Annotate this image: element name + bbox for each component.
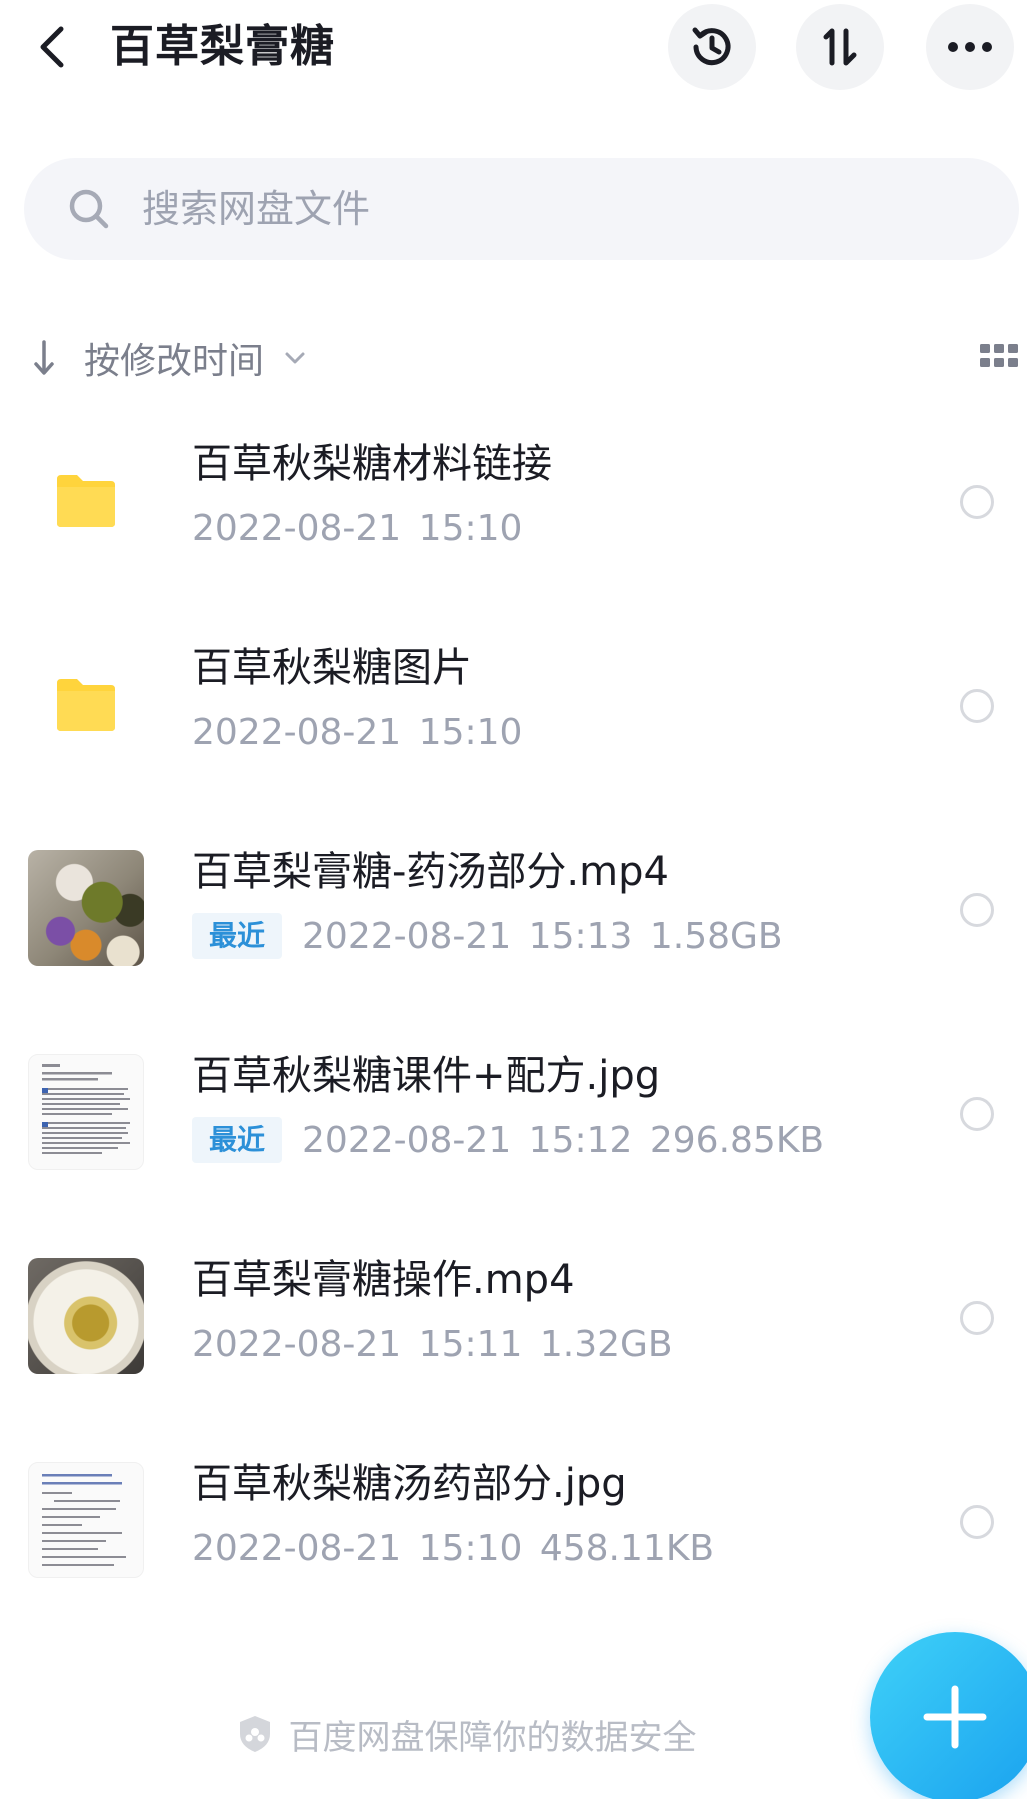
more-icon xyxy=(948,42,992,52)
file-meta-text: 2022-08-21 15:10 458.11KB xyxy=(192,1527,715,1569)
image-thumbnail xyxy=(28,1462,144,1578)
history-button[interactable] xyxy=(668,4,756,90)
shield-icon xyxy=(239,1716,270,1752)
folder-icon xyxy=(28,646,144,762)
recent-badge: 最近 xyxy=(192,1117,283,1163)
sort-mode-label[interactable]: 按修改时间 xyxy=(84,332,264,384)
select-checkbox[interactable] xyxy=(960,689,994,723)
list-item[interactable]: 百草秋梨糖汤药部分.jpg 2022-08-21 15:10 458.11KB xyxy=(0,1430,1027,1634)
search-input[interactable] xyxy=(142,187,842,231)
file-meta: 最近 2022-08-21 15:13 1.58GB xyxy=(192,913,783,959)
grid-view-icon[interactable] xyxy=(979,336,1019,376)
file-meta-text: 2022-08-21 15:12 296.85KB xyxy=(302,1119,825,1161)
plus-icon xyxy=(923,1685,987,1749)
file-meta: 2022-08-21 15:11 1.32GB xyxy=(192,1321,673,1367)
list-item[interactable]: 百草梨膏糖-药汤部分.mp4 最近 2022-08-21 15:13 1.58G… xyxy=(0,818,1027,1022)
sort-toggle-icon xyxy=(823,28,857,66)
folder-icon xyxy=(28,442,144,558)
file-browser-page: 百草梨膏糖 搜索网盘文件 按修改时间 百草秋梨糖材料链接 2022-08-21 … xyxy=(0,0,1027,1799)
recent-badge: 最近 xyxy=(192,913,283,959)
video-thumbnail xyxy=(28,850,144,966)
page-title: 百草梨膏糖 xyxy=(110,21,335,72)
file-name: 百草秋梨糖材料链接 xyxy=(192,441,552,487)
file-meta-text: 2022-08-21 15:13 1.58GB xyxy=(302,915,783,957)
file-meta: 2022-08-21 15:10 xyxy=(192,505,522,551)
list-item[interactable]: 百草秋梨糖材料链接 2022-08-21 15:10 xyxy=(0,410,1027,614)
footer-text: 百度网盘保障你的数据安全 xyxy=(288,1717,697,1758)
file-meta-text: 2022-08-21 15:11 1.32GB xyxy=(192,1323,673,1365)
file-name: 百草梨膏糖操作.mp4 xyxy=(192,1257,575,1303)
file-meta-text: 2022-08-21 15:10 xyxy=(192,711,523,753)
search-bar[interactable] xyxy=(24,158,1019,260)
file-meta: 最近 2022-08-21 15:12 296.85KB xyxy=(192,1117,824,1163)
back-button[interactable] xyxy=(30,22,74,72)
file-name: 百草秋梨糖图片 xyxy=(192,645,472,691)
select-checkbox[interactable] xyxy=(960,893,994,927)
image-thumbnail xyxy=(28,1054,144,1170)
history-icon xyxy=(692,27,731,66)
more-button[interactable] xyxy=(926,4,1014,90)
select-checkbox[interactable] xyxy=(960,485,994,519)
file-name: 百草秋梨糖汤药部分.jpg xyxy=(192,1461,627,1507)
add-button[interactable] xyxy=(870,1632,1027,1799)
list-item[interactable]: 百草梨膏糖操作.mp4 2022-08-21 15:11 1.32GB xyxy=(0,1226,1027,1430)
file-meta: 2022-08-21 15:10 xyxy=(192,709,522,755)
select-checkbox[interactable] xyxy=(960,1505,994,1539)
chevron-down-icon[interactable] xyxy=(282,345,308,371)
file-name: 百草梨膏糖-药汤部分.mp4 xyxy=(192,849,669,895)
file-meta: 2022-08-21 15:10 458.11KB xyxy=(192,1525,714,1571)
list-item[interactable]: 百草秋梨糖课件+配方.jpg 最近 2022-08-21 15:12 296.8… xyxy=(0,1022,1027,1226)
back-arrow-icon xyxy=(40,26,64,68)
file-meta-text: 2022-08-21 15:10 xyxy=(192,507,523,549)
sort-arrow-down-icon[interactable] xyxy=(24,330,64,386)
file-name: 百草秋梨糖课件+配方.jpg xyxy=(192,1053,661,1099)
list-item[interactable]: 百草秋梨糖图片 2022-08-21 15:10 xyxy=(0,614,1027,818)
top-bar: 百草梨膏糖 xyxy=(0,0,1027,100)
sort-bar: 按修改时间 xyxy=(24,330,1019,386)
select-checkbox[interactable] xyxy=(960,1097,994,1131)
search-icon xyxy=(66,186,112,232)
sort-toggle-button[interactable] xyxy=(796,4,884,90)
select-checkbox[interactable] xyxy=(960,1301,994,1335)
video-thumbnail xyxy=(28,1258,144,1374)
